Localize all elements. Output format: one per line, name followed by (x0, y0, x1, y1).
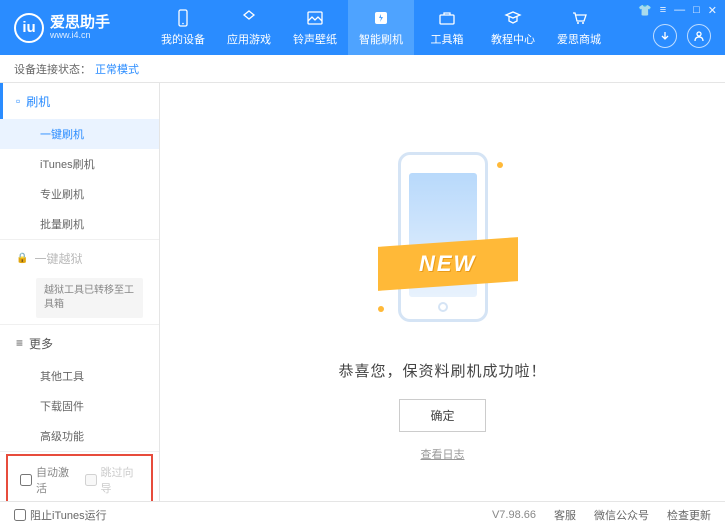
flash-icon (371, 8, 391, 28)
sidebar-group-more[interactable]: ≡ 更多 (0, 325, 159, 361)
lock-icon: 🔒 (16, 253, 28, 264)
nav-store[interactable]: 爱思商城 (546, 0, 612, 55)
footer-support[interactable]: 客服 (554, 507, 576, 523)
graduation-icon (503, 8, 523, 28)
view-log-link[interactable]: 查看日志 (421, 446, 465, 462)
sidebar: ▫ 刷机 一键刷机 iTunes刷机 专业刷机 批量刷机 🔒 一键越狱 越狱工具… (0, 83, 160, 501)
ok-button[interactable]: 确定 (399, 399, 485, 432)
window-controls: 👕 ≡ — □ ✕ (638, 4, 717, 17)
status-bar: 设备连接状态： 正常模式 (0, 55, 725, 83)
version-label: V7.98.66 (492, 509, 536, 521)
nav-smart-flash[interactable]: 智能刷机 (348, 0, 414, 55)
menu-icon[interactable]: ≡ (660, 4, 666, 17)
logo: iu 爱思助手 www.i4.cn (0, 13, 150, 43)
sidebar-jailbreak-note: 越狱工具已转移至工具箱 (36, 278, 143, 318)
phone-icon (173, 8, 193, 28)
nav-apps[interactable]: 应用游戏 (216, 0, 282, 55)
ribbon-text: NEW (419, 251, 476, 277)
sidebar-item-download-firmware[interactable]: 下载固件 (0, 391, 159, 421)
more-icon: ≡ (16, 336, 23, 350)
minimize-icon[interactable]: — (674, 4, 685, 17)
phone-illustration: NEW (378, 142, 508, 342)
toolbox-icon (437, 8, 457, 28)
block-itunes-checkbox[interactable]: 阻止iTunes运行 (14, 507, 107, 523)
nav-my-device[interactable]: 我的设备 (150, 0, 216, 55)
nav-ringtones[interactable]: 铃声壁纸 (282, 0, 348, 55)
cart-icon (569, 8, 589, 28)
sidebar-item-oneclick-flash[interactable]: 一键刷机 (0, 119, 159, 149)
sidebar-item-other-tools[interactable]: 其他工具 (0, 361, 159, 391)
flash-small-icon: ▫ (16, 94, 20, 108)
nav-toolbox[interactable]: 工具箱 (414, 0, 480, 55)
success-message: 恭喜您，保资料刷机成功啦！ (338, 360, 546, 381)
main-content: NEW 恭喜您，保资料刷机成功啦！ 确定 查看日志 (160, 83, 725, 501)
logo-icon: iu (14, 13, 44, 43)
app-subtitle: www.i4.cn (50, 30, 110, 40)
status-label: 设备连接状态： (14, 61, 91, 77)
app-header: iu 爱思助手 www.i4.cn 我的设备 应用游戏 铃声壁纸 智能刷机 工具… (0, 0, 725, 55)
app-title: 爱思助手 (50, 15, 110, 30)
sidebar-item-itunes-flash[interactable]: iTunes刷机 (0, 149, 159, 179)
sidebar-group-flash[interactable]: ▫ 刷机 (0, 83, 159, 119)
close-icon[interactable]: ✕ (708, 4, 717, 17)
skin-icon[interactable]: 👕 (638, 4, 652, 17)
main-nav: 我的设备 应用游戏 铃声壁纸 智能刷机 工具箱 教程中心 爱思商城 (150, 0, 612, 55)
status-mode: 正常模式 (95, 61, 139, 77)
options-row: 自动激活 跳过向导 (6, 454, 153, 501)
footer-wechat[interactable]: 微信公众号 (594, 507, 649, 523)
skip-guide-checkbox[interactable]: 跳过向导 (85, 464, 140, 496)
sidebar-item-advanced[interactable]: 高级功能 (0, 421, 159, 451)
sidebar-item-batch-flash[interactable]: 批量刷机 (0, 209, 159, 239)
sidebar-group-jailbreak: 🔒 一键越狱 (0, 240, 159, 276)
image-icon (305, 8, 325, 28)
maximize-icon[interactable]: □ (693, 4, 700, 17)
header-actions (653, 24, 711, 48)
footer: 阻止iTunes运行 V7.98.66 客服 微信公众号 检查更新 (0, 501, 725, 527)
user-button[interactable] (687, 24, 711, 48)
footer-update[interactable]: 检查更新 (667, 507, 711, 523)
nav-tutorials[interactable]: 教程中心 (480, 0, 546, 55)
download-button[interactable] (653, 24, 677, 48)
sidebar-item-pro-flash[interactable]: 专业刷机 (0, 179, 159, 209)
apps-icon (239, 8, 259, 28)
auto-activate-checkbox[interactable]: 自动激活 (20, 464, 75, 496)
